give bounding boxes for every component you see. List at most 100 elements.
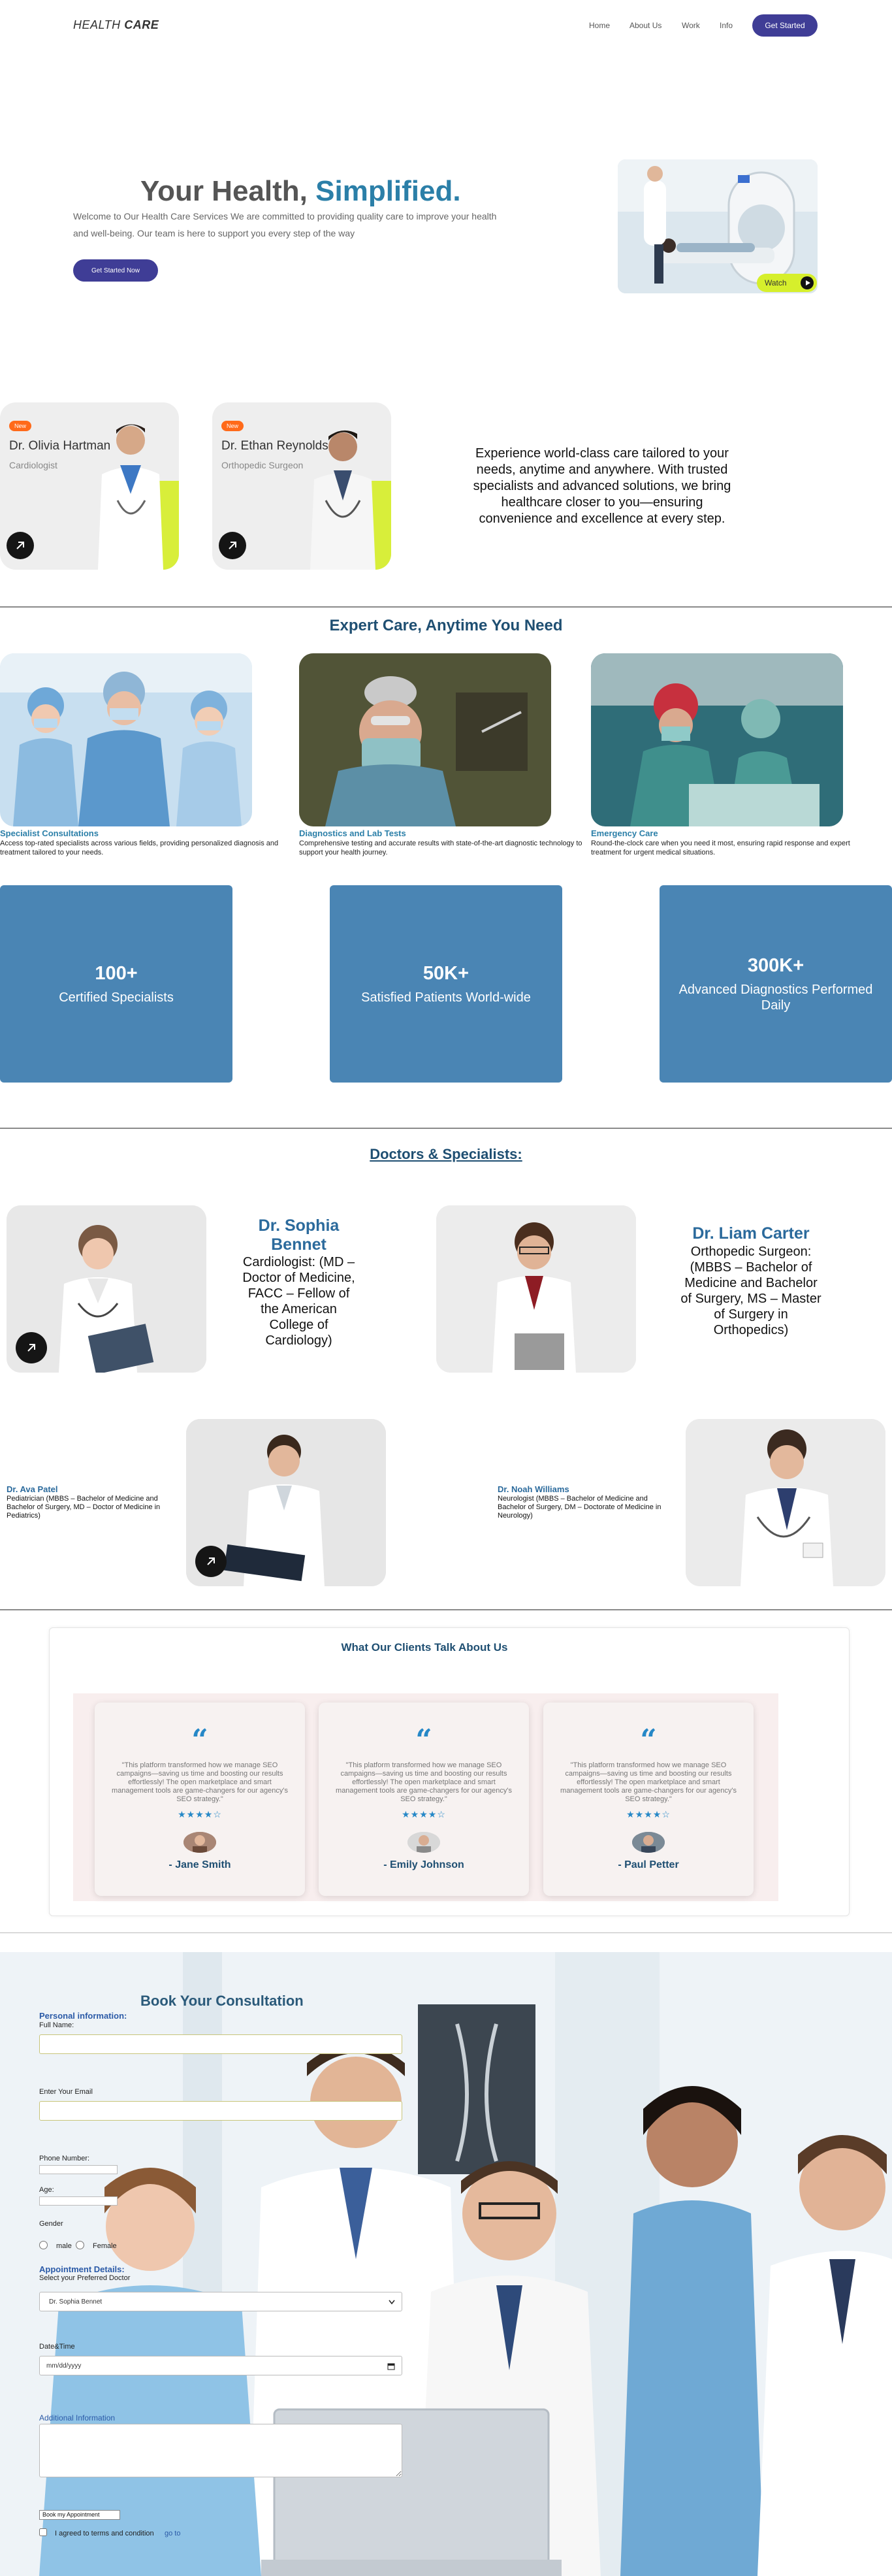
doctor-specialty: Orthopedic Surgeon [221, 460, 304, 470]
stat-number: 50K+ [422, 962, 470, 984]
specialist-description: Pediatrician (MBBS – Bachelor of Medicin… [7, 1495, 161, 1520]
additional-info-label: Additional Information [39, 2413, 116, 2422]
hero-title: Your Health, Simplified. [140, 175, 461, 207]
specialist-name: Dr. Sophia Bennet [258, 1216, 340, 1254]
watch-video-button[interactable]: Watch [757, 274, 817, 292]
full-name-input[interactable] [39, 2034, 402, 2054]
specialist-image [436, 1205, 636, 1373]
calendar-icon [387, 2363, 395, 2370]
section-divider [0, 606, 892, 608]
phone-input[interactable] [39, 2165, 118, 2174]
doctor-select[interactable]: Dr. Sophia Bennet [39, 2292, 402, 2311]
testimonial-text: "This platform transformed how we manage… [112, 1761, 288, 1803]
service-description: Comprehensive testing and accurate resul… [299, 840, 582, 856]
agree-terms-checkbox[interactable] [39, 2528, 47, 2536]
logo[interactable]: HEALTH CARE [73, 18, 159, 32]
consultation-section: Book Your Consultation Personal informat… [0, 1952, 892, 2576]
section-divider [0, 1609, 892, 1610]
doctor-specialty: Cardiologist [9, 460, 57, 470]
service-image [299, 653, 551, 826]
email-input[interactable] [39, 2101, 402, 2121]
gender-label: Gender [39, 2220, 63, 2228]
quote-icon: “ [415, 1723, 432, 1757]
service-description: Access top-rated specialists across vari… [0, 840, 279, 856]
top-nav: HEALTH CARE Home About Us Work Info Get … [0, 0, 892, 52]
testimonial-author: - Emily Johnson [383, 1859, 464, 1870]
full-name-label: Full Name: [39, 2021, 74, 2029]
specialist-image [686, 1419, 885, 1586]
doctor-name: Dr. Olivia Hartman [9, 439, 111, 453]
get-started-now-button[interactable]: Get Started Now [73, 259, 158, 282]
chevron-down-icon [389, 2300, 395, 2305]
specialist-image [186, 1419, 386, 1586]
stat-card: 300K+ Advanced Diagnostics Performed Dai… [660, 885, 892, 1083]
open-profile-button[interactable] [7, 532, 34, 559]
new-badge: New [221, 421, 244, 431]
hero-text: Welcome to Our Health Care Services We a… [73, 211, 497, 238]
get-started-button[interactable]: Get Started [752, 14, 818, 37]
rating-stars: ★★★★☆ [402, 1809, 446, 1819]
age-input[interactable] [39, 2196, 118, 2206]
featured-doctor-card[interactable]: New Dr. Ethan Reynolds Orthopedic Surgeo… [212, 402, 391, 570]
service-title: Emergency Care [591, 828, 658, 838]
service-image [591, 653, 843, 826]
specialist-description: Neurologist (MBBS – Bachelor of Medicine… [498, 1495, 661, 1520]
phone-label: Phone Number: [39, 2155, 90, 2162]
quote-icon: “ [640, 1723, 657, 1757]
gender-female-label: Female [93, 2242, 117, 2250]
testimonial-card: “ "This platform transformed how we mana… [95, 1703, 305, 1896]
service-title: Diagnostics and Lab Tests [299, 828, 406, 838]
nav-info-link[interactable]: Info [720, 21, 733, 30]
date-input[interactable]: mm/dd/yyyy [39, 2356, 402, 2375]
testimonial-text: "This platform transformed how we manage… [560, 1761, 737, 1803]
gender-male-label: male [56, 2242, 72, 2250]
quote-icon: “ [191, 1723, 208, 1757]
book-appointment-button[interactable]: Book my Appointment [39, 2510, 120, 2520]
specialist-description: Orthopedic Surgeon: (MBBS – Bachelor of … [680, 1245, 821, 1337]
testimonial-author: - Paul Petter [618, 1859, 679, 1870]
stat-number: 100+ [95, 962, 138, 984]
play-icon [801, 276, 814, 289]
select-doctor-label: Select your Preferred Doctor [39, 2274, 131, 2282]
stat-label: Satisfied Patients World-wide [361, 990, 531, 1005]
specialist-name: Dr. Noah Williams [498, 1484, 569, 1494]
expert-care-title: Expert Care, Anytime You Need [329, 617, 563, 634]
stat-label: Advanced Diagnostics Performed Daily [678, 982, 873, 1013]
nav-work-link[interactable]: Work [682, 21, 700, 30]
testimonial-card: “ "This platform transformed how we mana… [543, 1703, 754, 1896]
specialist-name: Dr. Liam Carter [692, 1224, 810, 1243]
gender-male-radio[interactable] [39, 2241, 48, 2249]
appointment-heading: Appointment Details: [39, 2264, 125, 2274]
open-profile-button[interactable] [219, 532, 246, 559]
section-divider [0, 1128, 892, 1129]
featured-doctor-card[interactable]: New Dr. Olivia Hartman Cardiologist [0, 402, 179, 570]
specialists-title: Doctors & Specialists: [370, 1146, 522, 1162]
specialist-image [7, 1205, 206, 1373]
avatar [183, 1832, 216, 1853]
arrow-up-right-icon [27, 1344, 35, 1352]
testimonials-title: What Our Clients Talk About Us [341, 1641, 508, 1654]
personal-info-heading: Personal information: [39, 2011, 127, 2021]
email-label: Enter Your Email [39, 2088, 93, 2096]
terms-link[interactable]: go to [165, 2530, 180, 2537]
agree-terms-label: I agreed to terms and condition [55, 2530, 154, 2537]
open-profile-button[interactable] [16, 1332, 47, 1363]
open-profile-button[interactable] [195, 1546, 227, 1577]
arrow-up-right-icon [16, 542, 24, 549]
section-divider [0, 1932, 892, 1933]
datetime-label: Date&Time [39, 2343, 75, 2351]
stat-card: 50K+ Satisfied Patients World-wide [330, 885, 562, 1083]
specialist-name: Dr. Ava Patel [7, 1484, 58, 1494]
stat-number: 300K+ [747, 954, 804, 976]
gender-female-radio[interactable] [76, 2241, 84, 2249]
stat-label: Certified Specialists [59, 990, 174, 1005]
nav-home-link[interactable]: Home [589, 21, 610, 30]
additional-info-textarea[interactable] [39, 2424, 402, 2477]
arrow-up-right-icon [229, 542, 236, 549]
nav-about-link[interactable]: About Us [629, 21, 661, 30]
service-image [0, 653, 252, 826]
testimonial-card: “ "This platform transformed how we mana… [319, 1703, 529, 1896]
service-description: Round-the-clock care when you need it mo… [591, 840, 850, 856]
intro-text: Experience world-class care tailored to … [473, 446, 731, 526]
consultation-title: Book Your Consultation [140, 1993, 304, 2009]
